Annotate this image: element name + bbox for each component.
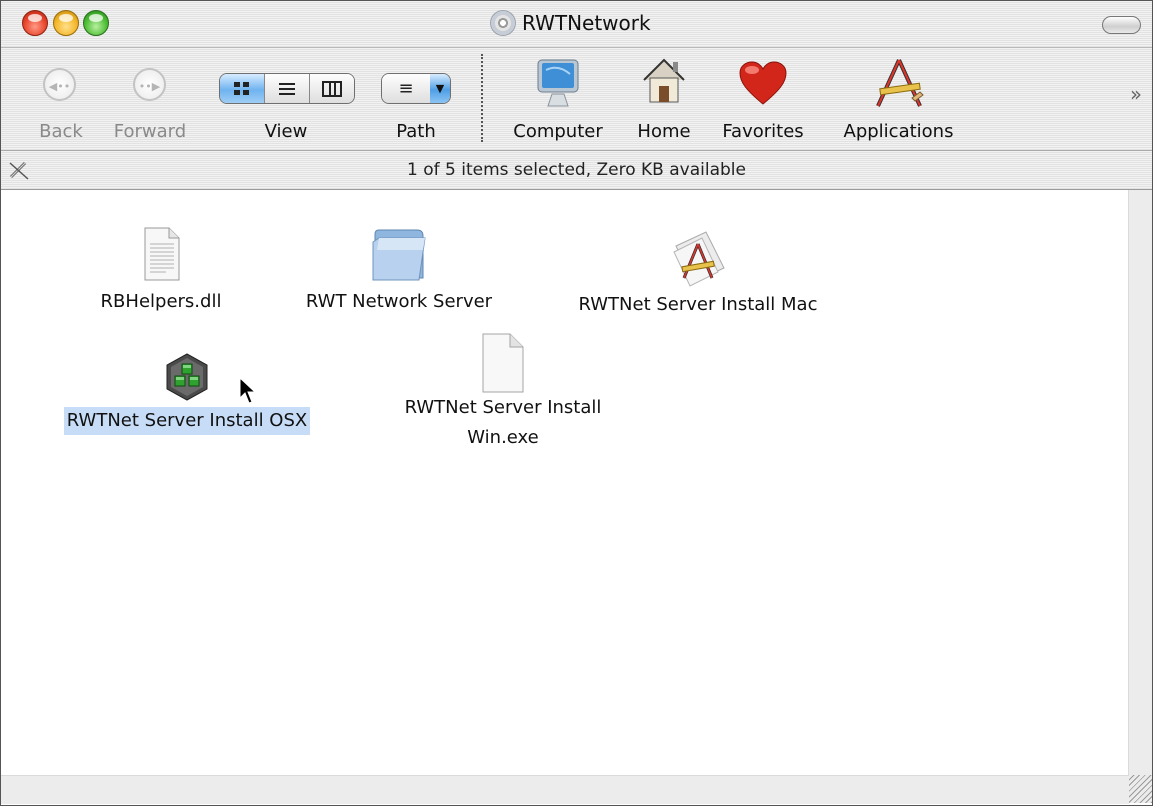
status-text: 1 of 5 items selected, Zero KB available xyxy=(407,160,746,180)
path-list-icon: ≡ xyxy=(382,74,430,103)
heart-icon xyxy=(739,61,787,105)
mouse-pointer-icon xyxy=(239,376,257,404)
file-item[interactable]: RWTNet Server Install Win.exe xyxy=(373,332,633,452)
column-view-button[interactable] xyxy=(309,74,354,103)
path-control[interactable]: ≡ ▼ Path xyxy=(366,48,466,150)
file-item[interactable]: RBHelpers.dll xyxy=(81,226,241,316)
back-arrow-icon: ◀•• xyxy=(43,68,76,101)
home-shortcut[interactable]: Home xyxy=(629,48,699,150)
status-bar: 1 of 5 items selected, Zero KB available xyxy=(1,151,1152,190)
back-label: Back xyxy=(39,121,83,142)
file-name-line1: RWTNet Server Install xyxy=(404,397,602,418)
file-name: RBHelpers.dll xyxy=(100,291,222,312)
horizontal-scrollbar[interactable] xyxy=(1,775,1129,804)
file-item[interactable]: RWT Network Server xyxy=(279,224,519,316)
file-icon-view[interactable]: RBHelpers.dll RWT Network Server RWTNet … xyxy=(1,190,1129,775)
minimize-window-button[interactable] xyxy=(53,10,79,36)
forward-label: Forward xyxy=(113,121,187,142)
close-window-button[interactable] xyxy=(22,10,48,36)
window-title-group: RWTNetwork xyxy=(490,9,651,37)
resize-grip-icon[interactable] xyxy=(1129,775,1152,803)
home-label: Home xyxy=(637,121,691,142)
chevron-down-icon: ▼ xyxy=(430,74,450,103)
computer-label: Computer xyxy=(513,121,603,142)
back-button[interactable]: ◀•• Back xyxy=(29,48,93,150)
view-segmented-control xyxy=(219,73,355,104)
view-control: View xyxy=(219,48,355,150)
toolbar-separator xyxy=(481,54,483,142)
favorites-shortcut[interactable]: Favorites xyxy=(713,48,813,150)
column-view-icon xyxy=(322,80,342,97)
application-icon xyxy=(673,231,725,287)
list-view-icon xyxy=(279,82,295,95)
home-icon xyxy=(643,58,685,103)
forward-button[interactable]: ••▶ Forward xyxy=(105,48,195,150)
list-view-button[interactable] xyxy=(264,74,309,103)
toolbar: ◀•• Back ••▶ Forward View ≡ ▼ Path Compu… xyxy=(1,48,1152,151)
document-icon xyxy=(144,227,180,281)
icon-view-button[interactable] xyxy=(220,74,264,103)
path-label: Path xyxy=(396,121,436,142)
installer-icon xyxy=(166,353,208,401)
favorites-label: Favorites xyxy=(722,121,804,142)
folder-icon xyxy=(372,229,426,281)
file-item[interactable]: RWTNet Server Install Mac xyxy=(553,228,843,319)
zoom-window-button[interactable] xyxy=(83,10,109,36)
vertical-scrollbar[interactable] xyxy=(1128,190,1152,775)
title-bar[interactable]: RWTNetwork xyxy=(1,1,1152,48)
path-popup-button[interactable]: ≡ ▼ xyxy=(381,73,451,104)
toolbar-toggle-button[interactable] xyxy=(1102,16,1141,34)
applications-label: Applications xyxy=(843,121,954,142)
view-label: View xyxy=(264,121,308,142)
file-name: RWTNet Server Install Mac xyxy=(578,294,818,315)
cd-disc-icon xyxy=(490,10,516,36)
file-name: RWTNet Server Install OSX xyxy=(63,407,311,435)
applications-shortcut[interactable]: Applications xyxy=(831,48,966,150)
file-name-line2: Win.exe xyxy=(467,427,539,448)
window-title: RWTNetwork xyxy=(522,11,651,35)
file-name: RWT Network Server xyxy=(305,291,493,312)
icon-view-icon xyxy=(234,81,249,95)
file-item-selected[interactable]: RWTNet Server Install OSX xyxy=(37,352,337,435)
chevron-double-right-icon[interactable]: ›› xyxy=(1130,82,1142,106)
applications-icon xyxy=(876,59,924,107)
forward-arrow-icon: ••▶ xyxy=(133,68,166,101)
computer-icon xyxy=(537,59,579,107)
finder-window: RWTNetwork ◀•• Back ••▶ Forward View ≡ ▼… xyxy=(0,0,1153,806)
computer-shortcut[interactable]: Computer xyxy=(503,48,613,150)
blank-file-icon xyxy=(482,333,524,393)
